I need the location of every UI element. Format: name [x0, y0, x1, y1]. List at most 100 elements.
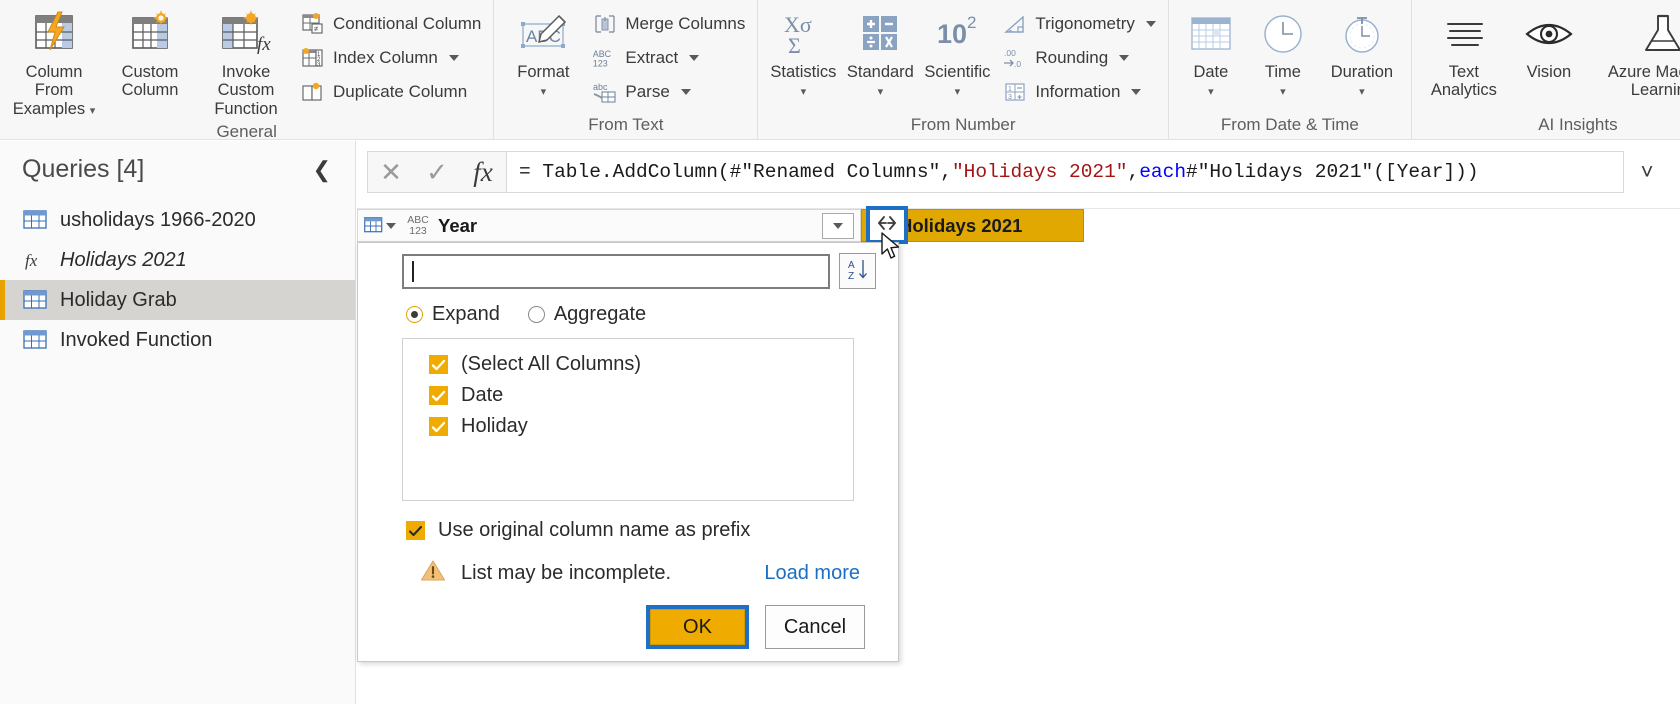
text-analytics-label: Text Analytics — [1430, 63, 1497, 100]
calendar-icon — [1186, 8, 1236, 60]
index-column-button[interactable]: 1 2 3 Index Column — [294, 42, 487, 74]
power-ten-icon: 10 2 — [933, 8, 981, 60]
parse-icon: abc — [592, 79, 618, 105]
query-item-holiday-grab[interactable]: Holiday Grab — [0, 280, 355, 320]
checkbox-use-original-column-name-as-prefix[interactable]: Use original column name as prefix — [358, 501, 898, 542]
abc123-icon: ABC 123 — [592, 45, 618, 71]
rounding-button[interactable]: .00 .0 Rounding — [996, 42, 1162, 74]
conditional-column-button[interactable]: ≠ Conditional Column — [294, 8, 487, 40]
load-more-link[interactable]: Load more — [764, 562, 860, 585]
query-item-holidays-2021[interactable]: fx Holidays 2021 — [0, 240, 355, 280]
azure-machine-learning-button[interactable]: Azure Machine Learning — [1588, 4, 1680, 104]
flask-icon — [1636, 8, 1680, 60]
merge-columns-button[interactable]: Merge Columns — [586, 8, 751, 40]
custom-column-button[interactable]: Custom Column — [102, 4, 198, 104]
checkbox-label: Date — [461, 384, 504, 406]
general-small-buttons: ≠ Conditional Column 1 2 3 Index Column … — [294, 4, 487, 108]
chevron-left-icon[interactable]: ❮ — [305, 157, 339, 183]
chevron-down-icon[interactable] — [1145, 21, 1156, 27]
trigonometry-icon — [1002, 11, 1028, 37]
query-item-label: Invoked Function — [60, 328, 213, 351]
x-icon[interactable]: ✕ — [368, 152, 414, 192]
svg-text:≠: ≠ — [314, 25, 319, 34]
svg-text:.0: .0 — [1014, 59, 1021, 69]
checkbox-column-date[interactable]: Date — [403, 380, 853, 411]
ok-button-focus-ring: OK — [646, 605, 749, 649]
fx-icon[interactable]: fx — [460, 152, 506, 192]
standard-label: Standard ▾ — [846, 63, 914, 99]
format-button[interactable]: ABC Format▾ — [500, 4, 586, 104]
table-fx-icon: fx — [217, 8, 275, 60]
query-item-usholidays[interactable]: usholidays 1966-2020 — [0, 200, 355, 240]
chevron-down-icon[interactable] — [1131, 89, 1142, 95]
column-header-year[interactable]: ABC 123 Year — [401, 209, 861, 242]
standard-button[interactable]: Standard ▾ — [842, 4, 918, 104]
svg-text:123: 123 — [593, 58, 608, 68]
expand-panel-buttons: OK Cancel — [358, 587, 898, 649]
table-lightning-icon — [28, 8, 80, 60]
checkbox-checked-icon — [429, 386, 448, 405]
warning-text: List may be incomplete. — [461, 561, 672, 584]
ribbon-group-from-date-time: Date ▾ Time ▾ Duration ▾ From Date & Tim… — [1167, 0, 1411, 139]
sort-az-button[interactable]: A Z — [839, 253, 876, 289]
merge-columns-icon — [592, 11, 618, 37]
queries-pane-header: Queries [4] ❮ — [0, 141, 355, 194]
svg-text:10: 10 — [937, 19, 967, 49]
extract-button[interactable]: ABC 123 Extract — [586, 42, 751, 74]
ok-button[interactable]: OK — [650, 609, 745, 645]
query-item-invoked-function[interactable]: Invoked Function — [0, 320, 355, 360]
column-from-examples-button[interactable]: Column From Examples ▾ — [6, 4, 102, 122]
sigma-icon: Χσ Σ — [778, 8, 828, 60]
duration-button[interactable]: Duration ▾ — [1319, 4, 1405, 104]
cancel-button[interactable]: Cancel — [765, 605, 865, 649]
table-icon — [22, 329, 48, 351]
radio-expand-label: Expand — [432, 303, 500, 325]
scientific-button[interactable]: 10 2 Scientific ▾ — [918, 4, 996, 104]
checkbox-column-holiday[interactable]: Holiday — [403, 411, 853, 442]
column-filter-button[interactable] — [822, 212, 854, 239]
time-button[interactable]: Time ▾ — [1247, 4, 1319, 104]
statistics-button[interactable]: Χσ Σ Statistics ▾ — [764, 4, 842, 104]
chevron-down-icon — [833, 222, 843, 229]
trigonometry-button[interactable]: Trigonometry — [996, 8, 1162, 40]
from-text-small-buttons: Merge Columns ABC 123 Extract abc Parse — [586, 4, 751, 108]
scientific-label: Scientific ▾ — [924, 63, 991, 99]
check-icon[interactable]: ✓ — [414, 152, 460, 192]
format-label: Format ▾ — [517, 63, 570, 99]
checkbox-checked-icon — [429, 355, 448, 374]
invoke-custom-function-button[interactable]: fx Invoke Custom Function — [198, 4, 294, 122]
radio-aggregate[interactable]: Aggregate — [527, 303, 646, 326]
chevron-down-icon[interactable] — [1119, 55, 1130, 61]
index-column-label: Index Column — [333, 48, 438, 67]
chevron-down-icon[interactable] — [385, 222, 396, 229]
chevron-down-icon[interactable]: ˅ — [1624, 159, 1670, 185]
vision-button[interactable]: Vision — [1510, 4, 1588, 85]
checkbox-checked-icon — [429, 417, 448, 436]
index-column-icon: 1 2 3 — [300, 45, 326, 71]
information-button[interactable]: 1 3 Information — [996, 76, 1162, 108]
expand-search-input[interactable] — [402, 253, 830, 289]
svg-text:3: 3 — [1008, 94, 1012, 101]
date-button[interactable]: Date ▾ — [1175, 4, 1247, 104]
expand-columns-button[interactable] — [866, 206, 908, 244]
fx-icon: fx — [22, 249, 48, 271]
formula-segment-plain: #"Holidays 2021"([Year])) — [1186, 161, 1479, 183]
svg-text:1: 1 — [1008, 86, 1012, 93]
clock-icon — [1259, 8, 1307, 60]
text-analytics-button[interactable]: Text Analytics — [1418, 4, 1510, 104]
parse-label: Parse — [625, 82, 670, 101]
svg-text:Σ: Σ — [788, 33, 801, 58]
eye-icon — [1522, 8, 1576, 60]
chevron-down-icon[interactable] — [680, 89, 691, 95]
query-item-label: usholidays 1966-2020 — [60, 208, 256, 231]
checkbox-select-all-columns[interactable]: (Select All Columns) — [403, 349, 853, 380]
formula-input[interactable]: = Table.AddColumn(#"Renamed Columns", "H… — [507, 151, 1624, 193]
abc123-type-icon: ABC123 — [407, 214, 429, 237]
radio-expand[interactable]: Expand — [406, 303, 500, 326]
parse-button[interactable]: abc Parse — [586, 76, 751, 108]
chevron-down-icon[interactable] — [689, 55, 700, 61]
duplicate-column-button[interactable]: Duplicate Column — [294, 76, 487, 108]
conditional-column-label: Conditional Column — [333, 14, 482, 33]
table-select-icon[interactable] — [357, 209, 401, 242]
chevron-down-icon[interactable] — [448, 55, 459, 61]
